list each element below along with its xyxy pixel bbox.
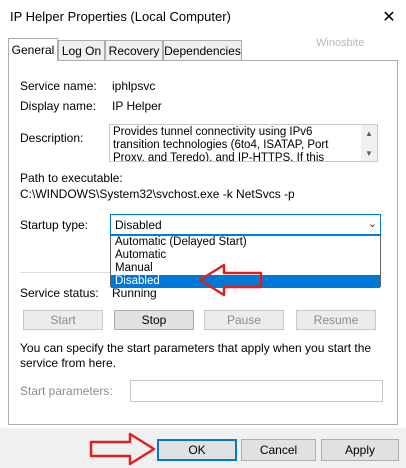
display-name-label: Display name:	[20, 99, 97, 113]
start-button[interactable]: Start	[23, 310, 103, 330]
service-name-value: iphlpsvc	[112, 79, 156, 93]
start-parameters-label: Start parameters:	[20, 384, 113, 398]
startup-type-value: Disabled	[115, 218, 162, 232]
close-icon[interactable]: ✕	[378, 6, 400, 28]
service-name-label: Service name:	[20, 79, 97, 93]
tab-recovery[interactable]: Recovery	[105, 40, 163, 60]
start-parameters-input[interactable]	[130, 380, 383, 402]
service-status-value: Running	[112, 286, 157, 300]
option-disabled[interactable]: Disabled	[111, 275, 380, 288]
startup-type-select[interactable]: Disabled ⌄	[110, 214, 381, 235]
option-automatic-delayed[interactable]: Automatic (Delayed Start)	[111, 236, 380, 249]
window-title: IP Helper Properties (Local Computer)	[10, 9, 231, 24]
scroll-up-icon[interactable]: ▲	[361, 125, 377, 141]
cancel-button[interactable]: Cancel	[241, 439, 316, 461]
resume-button[interactable]: Resume	[296, 310, 376, 330]
scroll-down-icon[interactable]: ▼	[361, 145, 377, 161]
title-bar: IP Helper Properties (Local Computer) ✕	[0, 0, 406, 34]
startup-type-dropdown: Automatic (Delayed Start) Automatic Manu…	[110, 235, 381, 288]
tab-general[interactable]: General	[8, 38, 58, 61]
display-name-value: IP Helper	[112, 99, 162, 113]
service-status-label: Service status:	[20, 286, 99, 300]
path-label: Path to executable:	[20, 171, 123, 185]
chevron-down-icon[interactable]: ⌄	[368, 217, 377, 230]
tab-dependencies[interactable]: Dependencies	[163, 40, 242, 60]
option-automatic[interactable]: Automatic	[111, 249, 380, 262]
startup-type-label: Startup type:	[20, 218, 89, 232]
tab-log-on[interactable]: Log On	[58, 40, 105, 60]
stop-button[interactable]: Stop	[114, 310, 194, 330]
path-value: C:\WINDOWS\System32\svchost.exe -k NetSv…	[20, 187, 295, 201]
apply-button[interactable]: Apply	[321, 439, 399, 461]
description-text: Provides tunnel connectivity using IPv6 …	[113, 126, 329, 162]
description-scrollbar[interactable]: ▲ ▼	[361, 125, 377, 161]
ok-button[interactable]: OK	[157, 439, 237, 461]
watermark: Winosbite	[316, 37, 365, 49]
help-text: You can specify the start parameters tha…	[20, 341, 372, 370]
pause-button[interactable]: Pause	[204, 310, 284, 330]
option-manual[interactable]: Manual	[111, 262, 380, 275]
description-box[interactable]: Provides tunnel connectivity using IPv6 …	[109, 124, 378, 162]
description-label: Description:	[20, 131, 84, 145]
